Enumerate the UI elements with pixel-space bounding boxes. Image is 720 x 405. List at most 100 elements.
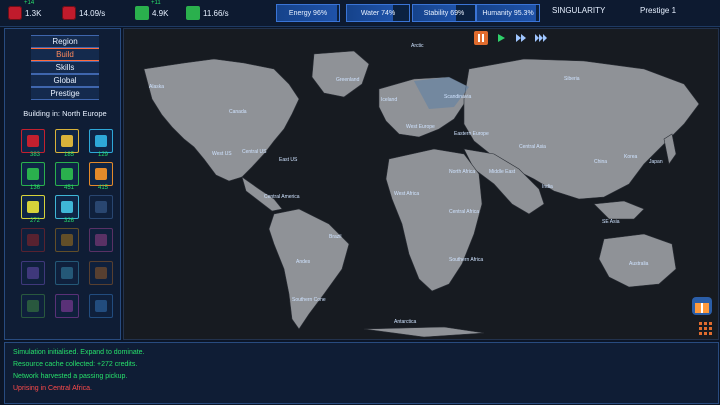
compute-value: 1.3K xyxy=(25,8,42,18)
building-in-label: Building in: North Europe xyxy=(23,109,107,118)
region-label-andes[interactable]: Andes xyxy=(296,259,310,265)
wave-icon xyxy=(61,267,73,279)
region-label-brazil[interactable]: Brazil xyxy=(329,234,342,240)
region-label-australia[interactable]: Australia xyxy=(629,261,648,267)
credits-sub: +11 xyxy=(151,0,161,6)
event-log: Simulation initialised. Expand to domina… xyxy=(4,342,719,404)
region-label-canada[interactable]: Canada xyxy=(229,109,247,115)
log-line: Network harvested a passing pickup. xyxy=(13,373,128,380)
stability-meter: Stability 69% xyxy=(412,4,476,22)
vortex-icon xyxy=(61,201,73,213)
bonus-pickup-button[interactable] xyxy=(692,297,712,315)
play-button[interactable] xyxy=(494,31,508,45)
build-slot[interactable] xyxy=(89,261,113,285)
build-slot[interactable]: 136 xyxy=(21,162,45,191)
grid-menu-button[interactable] xyxy=(698,321,718,339)
reactor-icon xyxy=(95,168,107,180)
build-slot[interactable]: 383 xyxy=(21,129,45,158)
region-label-china[interactable]: China xyxy=(594,159,607,165)
region-label-east-us[interactable]: East US xyxy=(279,157,297,163)
region-label-middle-east[interactable]: Middle East xyxy=(489,169,515,175)
build-slot-count: 136 xyxy=(29,185,40,191)
region-label-southern-cone[interactable]: Southern Cone xyxy=(292,297,326,303)
fastest-icon xyxy=(535,34,547,42)
region-label-central-america[interactable]: Central America xyxy=(264,194,300,200)
region-label-scandinavia[interactable]: Scandinavia xyxy=(444,94,471,100)
region-label-japan[interactable]: Japan xyxy=(649,159,663,165)
stability-label: Stability 69% xyxy=(423,9,465,17)
build-slot[interactable]: 185 xyxy=(55,129,79,158)
build-slot[interactable] xyxy=(21,261,45,285)
build-slot[interactable] xyxy=(55,228,79,252)
processor-icon xyxy=(27,135,39,147)
build-slot-count: 272 xyxy=(29,218,40,224)
grid-icon xyxy=(699,322,712,335)
water-meter: Water 74% xyxy=(346,4,410,22)
region-label-central-asia[interactable]: Central Asia xyxy=(519,144,546,150)
region-label-arctic[interactable]: Arctic xyxy=(411,43,424,49)
humanity-meter: Humanity 95.3% xyxy=(476,4,540,22)
region-label-greenland[interactable]: Greenland xyxy=(336,77,359,83)
energy-label: Energy 96% xyxy=(288,9,328,17)
heart-hands-icon xyxy=(95,234,107,246)
gift-icon xyxy=(695,303,709,313)
build-slot[interactable] xyxy=(21,228,45,252)
region-label-siberia[interactable]: Siberia xyxy=(564,76,580,82)
build-slot[interactable] xyxy=(89,195,113,219)
build-slot-count: 383 xyxy=(29,152,40,158)
brain-icon xyxy=(27,300,39,312)
world-map[interactable]: Alaska Canada Greenland Arctic Iceland S… xyxy=(123,28,719,340)
nav-skills[interactable]: Skills xyxy=(31,61,99,74)
region-label-eastern-europe[interactable]: Eastern Europe xyxy=(454,131,489,137)
droplet-shield-icon xyxy=(95,201,107,213)
server-icon xyxy=(27,168,39,180)
region-label-india[interactable]: India xyxy=(542,184,553,190)
region-label-iceland[interactable]: Iceland xyxy=(381,97,397,103)
region-label-west-us[interactable]: West US xyxy=(212,151,232,157)
fast-forward-button[interactable] xyxy=(514,31,528,45)
fastest-button[interactable] xyxy=(534,31,548,45)
region-label-central-africa[interactable]: Central Africa xyxy=(449,209,479,215)
left-panel: Region Build Skills Global Prestige Buil… xyxy=(4,28,121,340)
nav-region[interactable]: Region xyxy=(31,35,99,48)
region-label-korea[interactable]: Korea xyxy=(624,154,637,160)
build-slot[interactable] xyxy=(89,228,113,252)
build-slot[interactable] xyxy=(21,294,45,318)
compute-rate-value: 14.09/s xyxy=(79,8,106,18)
log-line: Resource cache collected: +272 credits. xyxy=(13,361,138,368)
humanity-label: Humanity 95.3% xyxy=(482,9,534,17)
nav-prestige[interactable]: Prestige xyxy=(31,87,99,100)
pause-button[interactable] xyxy=(474,31,488,45)
tower-icon xyxy=(27,234,39,246)
atom-icon xyxy=(95,300,107,312)
solar-icon xyxy=(27,201,39,213)
build-slot[interactable]: 326 xyxy=(55,195,79,224)
credits-resource: 4.9K +11 xyxy=(135,0,169,22)
phase-label: SINGULARITY xyxy=(552,6,606,15)
build-slot[interactable]: 415 xyxy=(89,162,113,191)
build-slot[interactable] xyxy=(89,294,113,318)
compute-sub: +14 xyxy=(24,0,35,6)
region-label-antarctica[interactable]: Antarctica xyxy=(394,319,416,325)
cpu-icon xyxy=(62,6,76,20)
build-slot-count: 415 xyxy=(97,185,108,191)
region-label-west-africa[interactable]: West Africa xyxy=(394,191,419,197)
region-label-north-africa[interactable]: North Africa xyxy=(449,169,475,175)
cpu-icon xyxy=(8,6,22,20)
credits-value: 4.9K xyxy=(152,8,169,18)
water-drop-icon xyxy=(95,135,107,147)
region-label-alaska[interactable]: Alaska xyxy=(149,84,164,90)
nav-global[interactable]: Global xyxy=(31,74,99,87)
nav-build[interactable]: Build xyxy=(31,48,99,61)
region-label-west-europe[interactable]: West Europe xyxy=(406,124,435,130)
build-slot[interactable] xyxy=(55,294,79,318)
build-slot[interactable]: 272 xyxy=(21,195,45,224)
region-label-central-us[interactable]: Central US xyxy=(242,149,266,155)
build-slot[interactable]: 451 xyxy=(55,162,79,191)
build-slot-count: 326 xyxy=(63,218,74,224)
log-line: Uprising in Central Africa. xyxy=(13,385,92,392)
region-label-southern-africa[interactable]: Southern Africa xyxy=(449,257,483,263)
region-label-se-asia[interactable]: SE Asia xyxy=(602,219,620,225)
build-slot[interactable] xyxy=(55,261,79,285)
build-slot[interactable]: 129 xyxy=(89,129,113,158)
